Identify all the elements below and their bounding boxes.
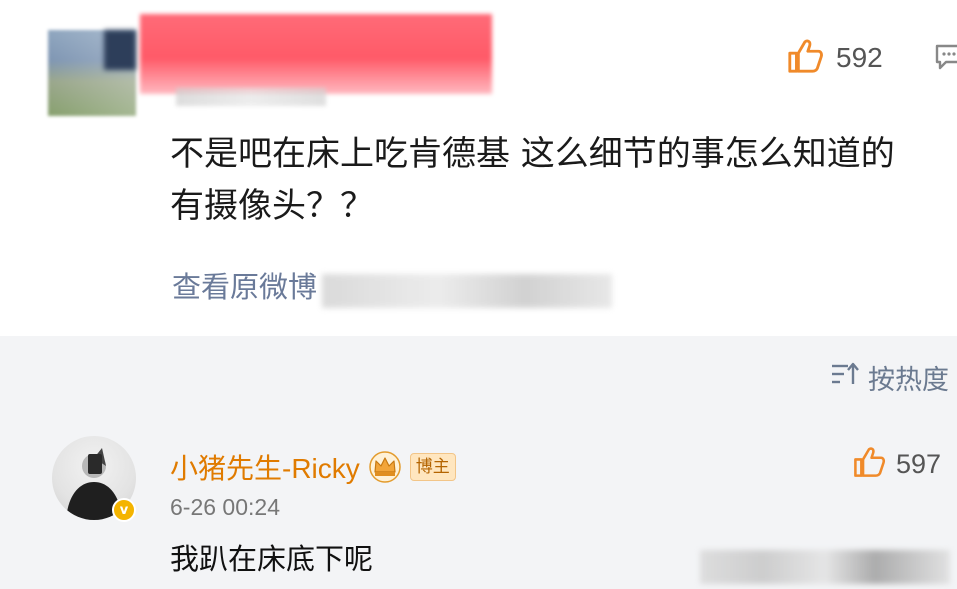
comment-like-button[interactable]: 592: [786, 38, 883, 78]
view-original-redacted: [322, 274, 612, 308]
reply-username[interactable]: 小猪先生-Ricky: [170, 447, 360, 487]
commenter-name-redacted: [140, 14, 492, 94]
host-badge: 博主: [409, 453, 456, 481]
sort-label: 按热度: [868, 364, 949, 396]
reply-timestamp: 6-26 00:24: [170, 494, 280, 520]
thumbs-up-icon: [786, 37, 824, 79]
reply-text: 我趴在床底下呢: [170, 542, 374, 576]
reply-like-button[interactable]: 597: [852, 446, 941, 482]
reply-redacted-area: [700, 550, 950, 584]
comment-like-count: 592: [836, 42, 883, 73]
comment-text: 不是吧在床上吃肯德基 这么细节的事怎么知道的 有摄像头？？: [170, 134, 895, 226]
thumbs-up-icon: [852, 445, 886, 483]
view-original-link[interactable]: 查看原微博: [172, 264, 317, 306]
comment-icon[interactable]: [934, 42, 957, 72]
reply-item: v 小猪先生-Ricky 博主 6-26 00:24 我趴在床底下呢 597: [0, 418, 957, 589]
reply-like-count: 597: [896, 448, 942, 479]
sort-icon: [830, 361, 860, 394]
reply-user-row: 小猪先生-Ricky 博主: [170, 448, 456, 486]
comment-meta-redacted: [176, 88, 326, 106]
comment-card: 592 不是吧在床上吃肯德基 这么细节的事怎么知道的 有摄像头？？ 查看原微博: [0, 0, 957, 336]
commenter-avatar-redacted[interactable]: [48, 30, 136, 116]
sort-by-popularity-button[interactable]: 按热度: [830, 360, 949, 396]
sort-bar: 按热度: [0, 336, 957, 418]
verified-icon: v: [112, 498, 136, 522]
crown-icon: [368, 450, 402, 484]
